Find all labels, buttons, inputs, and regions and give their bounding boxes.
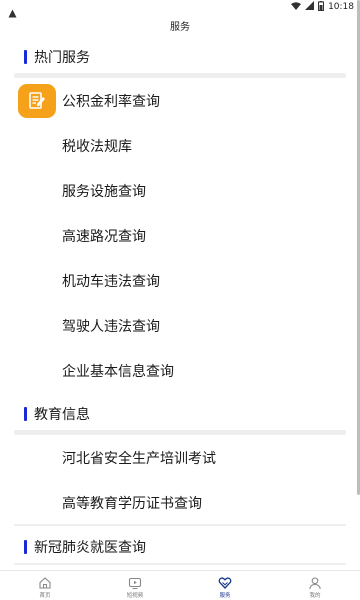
list-item-enterprise-info[interactable]: 企业基本信息查询 [14,350,346,392]
section-accent-bar [24,540,27,554]
status-bar: 10:18 [0,0,360,17]
list-item-housing-fund-rate[interactable]: 公积金利率查询 [14,80,346,122]
section-title-education: 教育信息 [34,407,90,423]
section-accent-bar [24,50,27,64]
video-icon [128,575,142,589]
cellular-signal-icon [305,1,315,13]
section-title-covid: 新冠肺炎就医查询 [34,540,146,556]
section-divider [14,563,346,565]
document-edit-icon [18,84,56,118]
list-item-label: 服务设施查询 [62,184,146,200]
heart-hands-icon [218,575,232,589]
section-header-covid[interactable]: 新冠肺炎就医查询 [0,534,360,560]
nav-item-home[interactable]: 首页 [0,571,90,600]
list-item-label: 公积金利率查询 [62,94,160,110]
list-item-diploma-verification[interactable]: 高等教育学历证书查询 [14,482,346,524]
nav-label: 首页 [39,592,51,599]
list-item-label: 河北省安全生产培训考试 [62,451,216,467]
section-header-hot: 热门服务 [0,44,360,70]
list-item-safety-training-exam[interactable]: 河北省安全生产培训考试 [14,437,346,479]
list-item-label: 高等教育学历证书查询 [62,496,202,512]
list-item-label: 高速路况查询 [62,229,146,245]
list-item-driver-violations[interactable]: 驾驶人违法查询 [14,305,346,347]
warning-icon [8,3,17,17]
nav-item-short-video[interactable]: 短视频 [90,571,180,600]
nav-label: 短视频 [126,592,144,599]
page-title: 服务 [170,22,190,33]
list-item-tax-regulations[interactable]: 税收法规库 [14,125,346,167]
list-item-highway-conditions[interactable]: 高速路况查询 [14,215,346,257]
list-item-service-facilities[interactable]: 服务设施查询 [14,170,346,212]
status-time: 10:18 [328,2,354,12]
section-title-hot: 热门服务 [34,50,90,66]
bottom-nav: 首页 短视频 服务 我的 [0,570,360,600]
section-divider [14,430,346,435]
nav-item-service[interactable]: 服务 [180,571,270,600]
nav-label: 服务 [219,592,231,599]
nav-item-profile[interactable]: 我的 [270,571,360,600]
list-item-label: 机动车违法查询 [62,274,160,290]
section-header-education: 教育信息 [0,401,360,427]
list-item-label: 税收法规库 [62,139,132,155]
list-item-label: 驾驶人违法查询 [62,319,160,335]
section-accent-bar [24,407,27,421]
nav-label: 我的 [309,592,321,599]
list-item-label: 企业基本信息查询 [62,364,174,380]
profile-icon [308,575,322,589]
section-divider [14,524,346,526]
battery-icon [318,0,325,14]
list-item-vehicle-violations[interactable]: 机动车违法查询 [14,260,346,302]
home-icon [38,575,52,589]
wifi-icon [291,1,302,13]
section-divider [14,73,346,78]
